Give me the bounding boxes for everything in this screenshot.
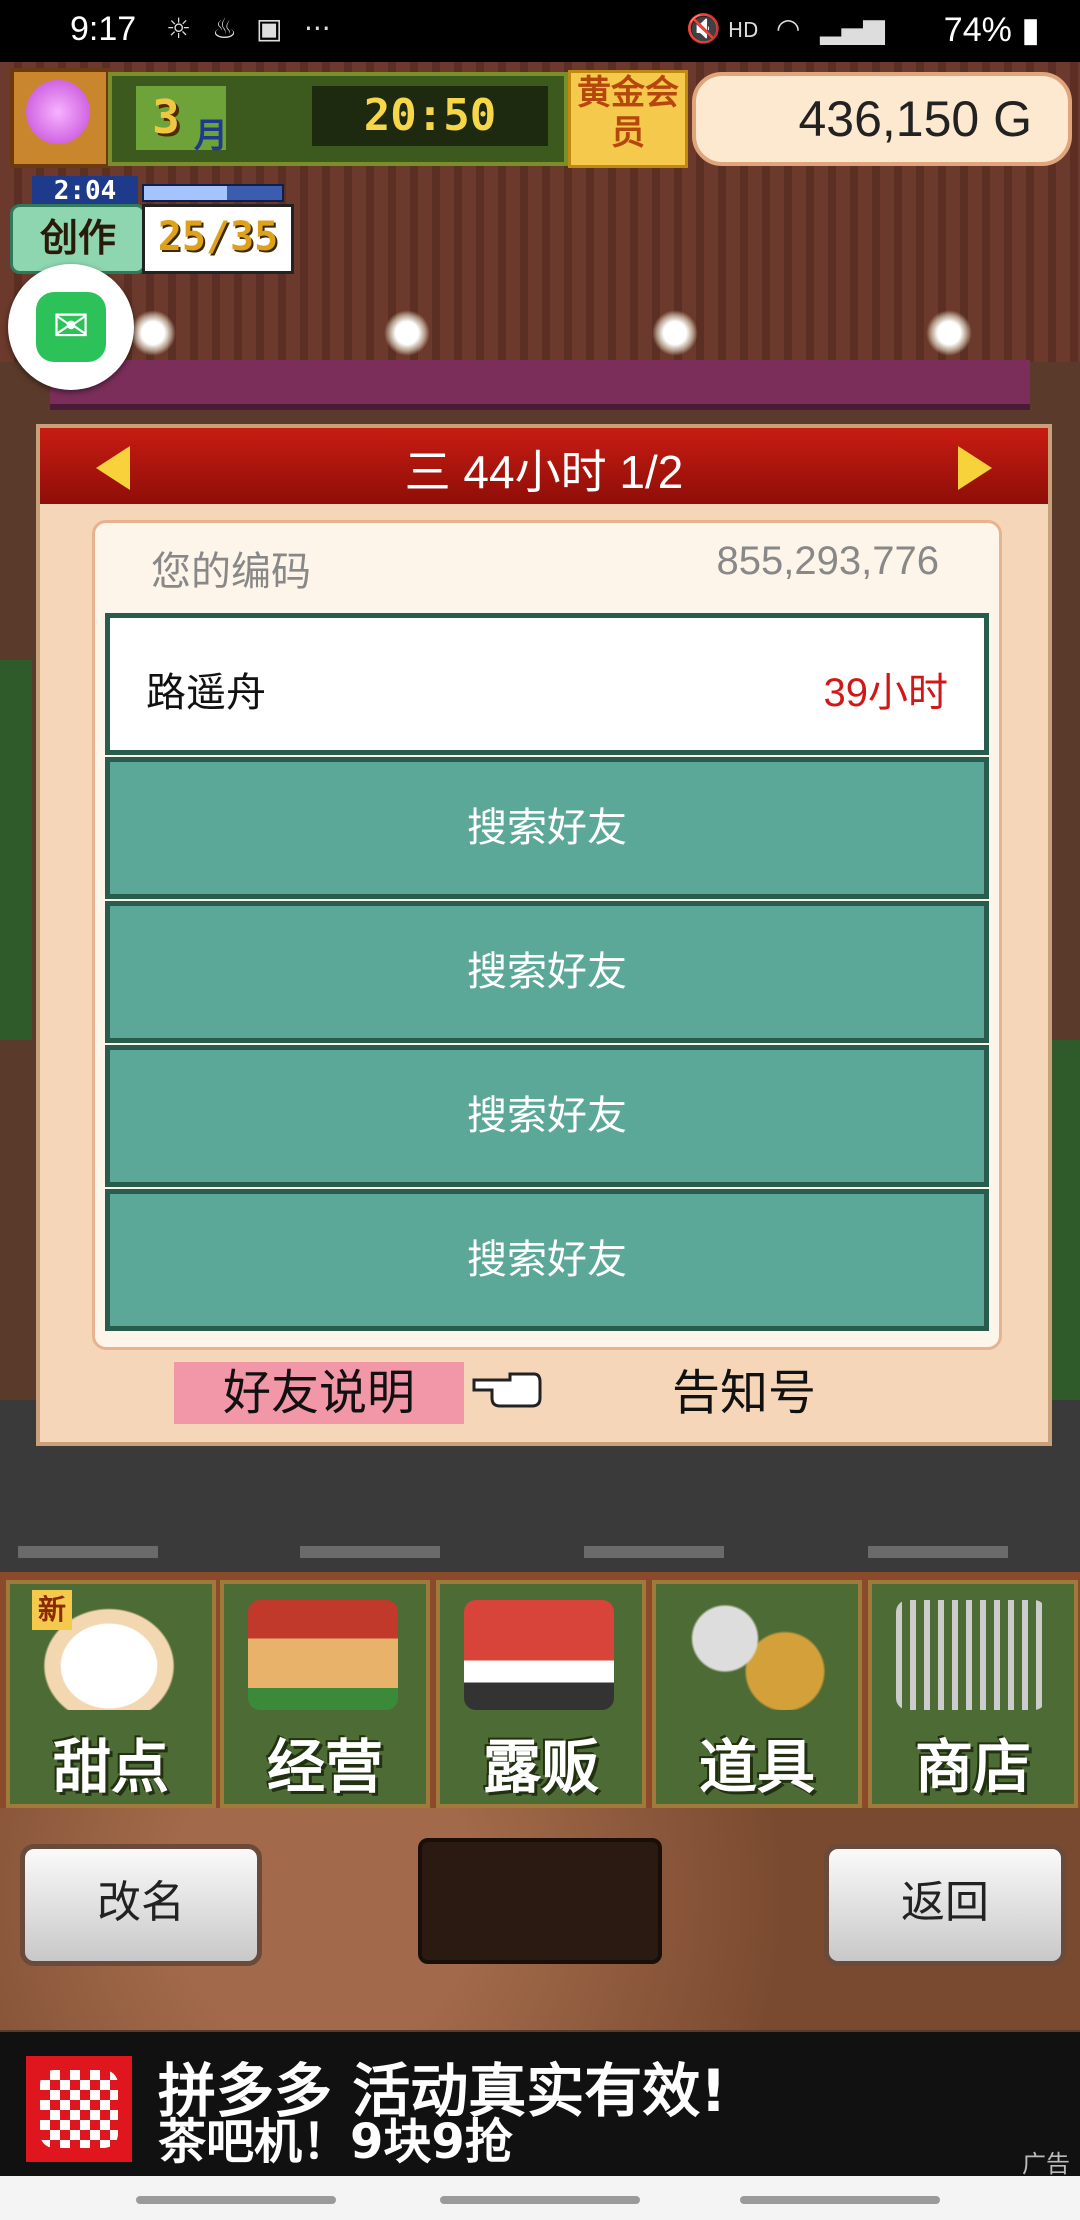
search-friend-button[interactable]: 搜索好友	[105, 757, 989, 899]
wechat-share-button[interactable]: ✉	[8, 264, 134, 390]
prev-page-arrow-icon[interactable]	[96, 446, 130, 490]
nav-recents-button[interactable]	[136, 2196, 336, 2204]
menu-label: 甜点	[52, 1733, 169, 1801]
ad-tag: 广告	[1022, 2150, 1070, 2178]
friend-help-button[interactable]: 好友说明	[174, 1362, 464, 1424]
items-bag-icon	[680, 1600, 830, 1710]
nav-home-button[interactable]	[440, 2196, 640, 2204]
create-timer: 2:04	[32, 176, 138, 206]
cherry-tree-icon	[26, 80, 90, 144]
create-timer-bar	[142, 184, 284, 202]
pinduoduo-logo-icon	[26, 2056, 132, 2162]
menu-items-button[interactable]: 道具	[652, 1580, 862, 1808]
pointing-hand-icon	[472, 1372, 542, 1408]
create-progress[interactable]: 2:04 创作 25/35	[10, 176, 294, 274]
code-label: 您的编码	[151, 549, 311, 595]
road-line	[300, 1546, 440, 1558]
shopping-bag-icon: ▣	[256, 12, 283, 45]
menu-label: 经营	[266, 1733, 383, 1801]
notice-button[interactable]: 告知号	[644, 1362, 844, 1424]
tree-status-button[interactable]	[10, 68, 110, 168]
next-page-arrow-icon[interactable]	[958, 446, 992, 490]
friend-dialog: 三 44小时 1/2 您的编码 855,293,776 路遥舟 39小时 搜索好…	[36, 424, 1052, 1446]
mute-icon: 🔇	[686, 12, 721, 45]
back-button[interactable]: 返回	[824, 1844, 1066, 1966]
system-nav-bar	[0, 2176, 1080, 2220]
menu-label: 道具	[698, 1733, 815, 1801]
signal-icon: ▂▄▆	[820, 12, 885, 45]
lamp-light	[926, 310, 972, 356]
hd-icon: HD	[728, 18, 759, 42]
main-menu: 新 甜点 经营 露贩 道具 商店	[0, 1572, 1080, 1808]
lamp-light	[130, 310, 176, 356]
side-tree	[0, 660, 32, 1040]
menu-store-button[interactable]: 商店	[868, 1580, 1078, 1808]
menu-food-truck-button[interactable]: 露贩	[436, 1580, 646, 1808]
dialog-title: 三 44小时 1/2	[404, 446, 684, 498]
wifi-icon: ◠	[776, 12, 801, 45]
friend-hours: 39小时	[823, 671, 949, 715]
food-truck-icon	[464, 1600, 614, 1710]
side-tree	[1048, 1040, 1080, 1400]
nav-back-button[interactable]	[740, 2196, 940, 2204]
lamp-light	[652, 310, 698, 356]
shop-icon	[248, 1600, 398, 1710]
code-value: 855,293,776	[716, 539, 939, 583]
road-line	[868, 1546, 1008, 1558]
status-bar: 9:17 ☼ ♨ ▣ ··· 🔇 HD ◠ ▂▄▆ 74% ▮	[0, 0, 1080, 62]
road-line	[584, 1546, 724, 1558]
menu-label: 商店	[914, 1733, 1031, 1801]
friend-name: 路遥舟	[146, 670, 266, 716]
more-icon: ···	[304, 12, 331, 45]
search-friend-button[interactable]: 搜索好友	[105, 901, 989, 1043]
new-badge: 新	[32, 1590, 72, 1630]
menu-manage-button[interactable]: 经营	[220, 1580, 430, 1808]
status-time: 9:17	[70, 10, 137, 48]
month-number: 3	[152, 90, 180, 144]
menu-dessert-button[interactable]: 新 甜点	[6, 1580, 216, 1808]
search-friend-button[interactable]: 搜索好友	[105, 1045, 989, 1187]
bottom-bar: 改名 返回	[0, 1808, 1080, 2030]
money-display: 436,150 G	[692, 72, 1072, 166]
month-label: 月	[194, 116, 228, 156]
friend-list-panel: 您的编码 855,293,776 路遥舟 39小时 搜索好友 搜索好友 搜索好友…	[92, 520, 1002, 1350]
search-friend-button[interactable]: 搜索好友	[105, 1189, 989, 1331]
notification-icon: ♨	[212, 12, 238, 45]
money-value: 436,150 G	[798, 91, 1032, 147]
month-box: 3 月	[136, 86, 228, 156]
friend-row[interactable]: 路遥舟 39小时	[105, 613, 989, 755]
battery-level: 74% ▮	[943, 11, 1040, 49]
calendar-panel: 3 月 20:50	[108, 72, 568, 166]
wechat-icon: ✉	[36, 292, 106, 362]
weather-icon: ☼	[166, 12, 192, 45]
shopping-cart-icon	[896, 1600, 1046, 1710]
dialog-header: 三 44小时 1/2	[40, 428, 1048, 504]
lamp-light	[384, 310, 430, 356]
road-line	[18, 1546, 158, 1558]
create-count: 25/35	[142, 204, 294, 274]
ad-banner[interactable]: 拼多多 活动真实有效! 茶吧机！9块9抢 广告	[0, 2032, 1080, 2178]
game-clock: 20:50	[312, 86, 548, 146]
gold-member-badge[interactable]: 黄金会员	[568, 70, 688, 168]
center-slot	[418, 1838, 662, 1964]
menu-label: 露贩	[482, 1733, 599, 1801]
shop-awning	[50, 360, 1030, 410]
rename-button[interactable]: 改名	[20, 1844, 262, 1966]
ad-subline: 茶吧机！9块9抢	[158, 2114, 513, 2170]
